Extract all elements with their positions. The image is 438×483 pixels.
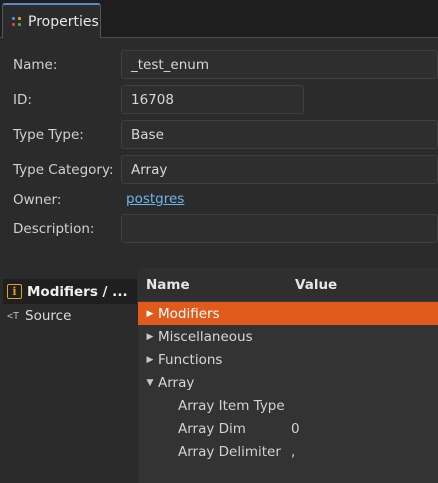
tab-source[interactable]: <T Source xyxy=(3,305,137,327)
tree-row-functions[interactable]: ▶ Functions xyxy=(138,348,438,371)
type-type-label: Type Type: xyxy=(13,127,84,143)
description-field[interactable] xyxy=(121,214,438,243)
owner-link[interactable]: postgres xyxy=(126,191,184,207)
name-value: _test_enum xyxy=(131,56,209,73)
tree-header: Name Value xyxy=(138,268,438,302)
tree-row-label: Miscellaneous xyxy=(158,328,253,345)
expand-arrow-icon[interactable]: ▶ xyxy=(142,355,158,365)
name-field[interactable]: _test_enum xyxy=(121,50,438,79)
id-field[interactable]: 16708 xyxy=(121,85,304,114)
property-name: Array Item Type xyxy=(178,397,285,414)
owner-label: Owner: xyxy=(13,192,62,208)
type-type-field[interactable]: Base xyxy=(121,120,438,149)
properties-icon xyxy=(10,15,24,29)
tree-row-array[interactable]: ▼ Array xyxy=(138,371,438,394)
tree-row-array-dim[interactable]: Array Dim 0 xyxy=(138,417,438,440)
tree-row-label: Modifiers xyxy=(158,305,220,322)
expand-arrow-icon[interactable]: ▶ xyxy=(142,332,158,342)
tab-properties-label: Properties xyxy=(28,13,99,30)
description-label: Description: xyxy=(13,221,95,237)
tree-row-modifiers[interactable]: ▶ Modifiers xyxy=(138,302,438,325)
source-icon: <T xyxy=(7,310,20,322)
column-header-value[interactable]: Value xyxy=(295,277,337,293)
tab-modifiers[interactable]: i Modifiers / ... xyxy=(3,279,137,304)
info-icon: i xyxy=(7,284,22,299)
tab-modifiers-label: Modifiers / ... xyxy=(27,283,128,300)
editor-tab-bar: Properties xyxy=(0,0,438,38)
tree-row-array-delimiter[interactable]: Array Delimiter , xyxy=(138,440,438,463)
property-name: Array Delimiter xyxy=(178,443,281,460)
collapse-arrow-icon[interactable]: ▼ xyxy=(142,378,158,388)
id-value: 16708 xyxy=(131,91,174,108)
property-tree: Name Value ▶ Modifiers ▶ Miscellaneous ▶… xyxy=(138,268,438,483)
type-type-value: Base xyxy=(131,126,164,143)
property-value: , xyxy=(291,443,296,460)
property-value: 0 xyxy=(291,420,300,437)
id-label: ID: xyxy=(13,92,32,108)
property-name: Array Dim xyxy=(178,420,246,437)
tab-source-label: Source xyxy=(25,308,72,324)
name-label: Name: xyxy=(13,57,58,73)
column-header-name[interactable]: Name xyxy=(146,277,190,293)
tab-properties[interactable]: Properties xyxy=(2,3,101,38)
expand-arrow-icon[interactable]: ▶ xyxy=(142,309,158,319)
tree-row-label: Functions xyxy=(158,351,223,368)
tree-row-miscellaneous[interactable]: ▶ Miscellaneous xyxy=(138,325,438,348)
type-category-value: Array xyxy=(131,161,168,178)
type-category-label: Type Category: xyxy=(13,162,114,178)
tree-row-array-item-type[interactable]: Array Item Type xyxy=(138,394,438,417)
type-category-field[interactable]: Array xyxy=(121,155,438,184)
tree-row-label: Array xyxy=(158,374,195,391)
